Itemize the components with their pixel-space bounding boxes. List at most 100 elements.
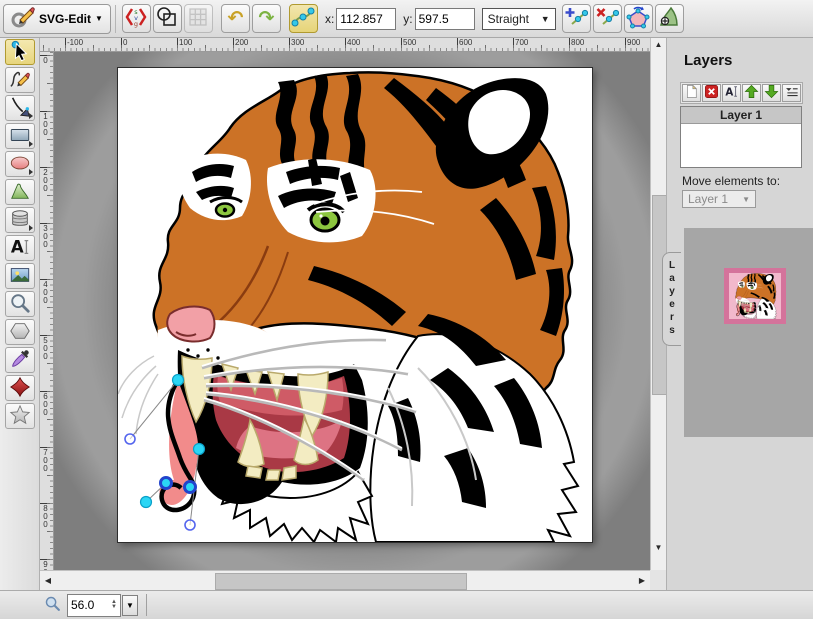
edit-source-button[interactable]: s v g bbox=[122, 4, 151, 33]
add-node-button[interactable] bbox=[562, 4, 591, 33]
ruler-tick-label: 600 bbox=[41, 392, 50, 416]
tool-text[interactable]: A bbox=[5, 235, 35, 261]
top-toolbar: SVG-Edit ▼ s v g bbox=[0, 0, 813, 38]
tool-zoom[interactable] bbox=[5, 291, 35, 317]
tool-line[interactable] bbox=[5, 95, 35, 121]
flyout-arrow-icon bbox=[29, 113, 33, 119]
scroll-up-arrow[interactable]: ▲ bbox=[651, 40, 666, 49]
zoom-preset-dropdown-button[interactable]: ▼ bbox=[122, 595, 138, 616]
flyout-arrow-icon bbox=[29, 141, 33, 147]
horizontal-scroll-thumb[interactable] bbox=[215, 573, 467, 590]
main-menu-button[interactable]: SVG-Edit ▼ bbox=[3, 4, 111, 34]
svg-edit-window: SVG-Edit ▼ s v g bbox=[0, 0, 813, 619]
layer-row-layer1[interactable]: Layer 1 bbox=[681, 107, 801, 124]
main-menu-caret-icon: ▼ bbox=[95, 14, 103, 23]
delete-node-button[interactable] bbox=[593, 4, 622, 33]
ruler-tick-label: 800 bbox=[571, 38, 584, 47]
shapes-burst-icon bbox=[9, 376, 31, 401]
tool-star[interactable] bbox=[5, 403, 35, 429]
flyout-arrow-icon bbox=[29, 169, 33, 175]
tool-pencil[interactable] bbox=[5, 67, 35, 93]
x-coordinate-label: x: bbox=[325, 12, 334, 26]
layers-panel-collapse-tab[interactable]: Layers bbox=[662, 252, 681, 346]
ruler-tick-label: 700 bbox=[515, 38, 528, 47]
zoom-magnifier-icon bbox=[44, 595, 61, 615]
ruler-tick-label: 300 bbox=[291, 38, 304, 47]
tool-image[interactable] bbox=[5, 263, 35, 289]
reorient-path-icon bbox=[657, 5, 681, 32]
eyedropper-icon bbox=[9, 348, 31, 373]
move-layer-down-button[interactable] bbox=[762, 84, 781, 102]
segment-type-select[interactable]: Straight ▼ bbox=[482, 8, 556, 30]
grid-icon bbox=[186, 5, 210, 32]
source-code-icon: s v g bbox=[124, 5, 148, 32]
horizontal-scrollbar[interactable]: ◀ ▶ bbox=[40, 570, 650, 590]
ruler-tick-label: 500 bbox=[41, 336, 50, 360]
move-elements-select[interactable]: Layer 1 ▼ bbox=[682, 190, 756, 208]
layers-tab-label: Layers bbox=[667, 260, 678, 338]
chevron-down-icon: ▼ bbox=[126, 601, 134, 610]
chevron-down-icon: ▼ bbox=[541, 14, 550, 24]
chevron-down-icon: ▼ bbox=[742, 195, 750, 204]
delete-layer-icon bbox=[704, 84, 719, 102]
scroll-left-arrow[interactable]: ◀ bbox=[42, 576, 54, 585]
ruler-tick-label: 200 bbox=[41, 168, 50, 192]
redo-button[interactable]: ↷ bbox=[252, 4, 281, 33]
ruler-tick-label: 900 bbox=[627, 38, 640, 47]
star-icon bbox=[9, 404, 31, 429]
tool-shapes[interactable] bbox=[5, 375, 35, 401]
open-close-path-icon bbox=[626, 5, 650, 32]
tool-path[interactable] bbox=[5, 179, 35, 205]
delete-layer-button[interactable] bbox=[702, 84, 721, 102]
move-elements-value: Layer 1 bbox=[688, 192, 728, 206]
zoom-spinner[interactable]: ▲▼ bbox=[108, 600, 120, 610]
snap-grid-button[interactable] bbox=[184, 4, 213, 33]
layer-menu-icon bbox=[784, 84, 799, 102]
scroll-down-arrow[interactable]: ▼ bbox=[651, 543, 666, 552]
flyout-arrow-icon bbox=[29, 225, 33, 231]
reorient-path-button[interactable] bbox=[655, 4, 684, 33]
tool-shape-library[interactable] bbox=[5, 207, 35, 233]
ruler-tick-label: 400 bbox=[347, 38, 360, 47]
left-tool-palette: A bbox=[0, 38, 40, 590]
ruler-tick-label: 100 bbox=[179, 38, 192, 47]
vertical-ruler: 0100200300400500600700800900 bbox=[40, 52, 54, 570]
new-layer-button[interactable] bbox=[682, 84, 701, 102]
ruler-tick-label: 900 bbox=[41, 560, 50, 570]
y-coordinate-input[interactable] bbox=[415, 8, 475, 30]
tool-eyedropper[interactable] bbox=[5, 347, 35, 373]
ruler-tick-label: 600 bbox=[459, 38, 472, 47]
open-close-path-button[interactable] bbox=[624, 4, 653, 33]
ruler-tick-label: 400 bbox=[41, 280, 50, 304]
tool-select[interactable] bbox=[5, 39, 35, 65]
zoom-level-input[interactable] bbox=[68, 597, 108, 614]
move-elements-label: Move elements to: bbox=[682, 174, 780, 188]
tool-polygon[interactable] bbox=[5, 319, 35, 345]
workspace bbox=[54, 52, 650, 570]
x-coordinate-input[interactable] bbox=[336, 8, 396, 30]
ruler-tick-label: -100 bbox=[67, 38, 83, 47]
link-control-points-toggle[interactable] bbox=[289, 4, 318, 33]
tool-ellipse[interactable] bbox=[5, 151, 35, 177]
wireframe-button[interactable] bbox=[153, 4, 182, 33]
move-layer-up-button[interactable] bbox=[742, 84, 761, 102]
rename-layer-button[interactable]: A bbox=[722, 84, 741, 102]
path-edit-overlay[interactable] bbox=[118, 68, 592, 542]
layer-menu-button[interactable] bbox=[782, 84, 801, 102]
rectangle-icon bbox=[9, 124, 31, 149]
move-layer-down-icon bbox=[764, 84, 779, 102]
image-icon bbox=[9, 264, 31, 289]
layer-thumbnail bbox=[724, 268, 786, 324]
pencil-icon bbox=[9, 68, 31, 93]
ruler-tick-label: 0 bbox=[123, 38, 127, 47]
path-icon bbox=[9, 180, 31, 205]
delete-node-icon bbox=[595, 5, 619, 32]
undo-button[interactable]: ↶ bbox=[221, 4, 250, 33]
scroll-right-arrow[interactable]: ▶ bbox=[636, 576, 648, 585]
layer-preview-panel bbox=[684, 228, 813, 437]
tool-rectangle[interactable] bbox=[5, 123, 35, 149]
ruler-tick-label: 700 bbox=[41, 448, 50, 472]
svg-canvas[interactable] bbox=[118, 68, 592, 542]
link-control-points-icon bbox=[291, 5, 315, 32]
new-layer-icon bbox=[684, 84, 699, 102]
